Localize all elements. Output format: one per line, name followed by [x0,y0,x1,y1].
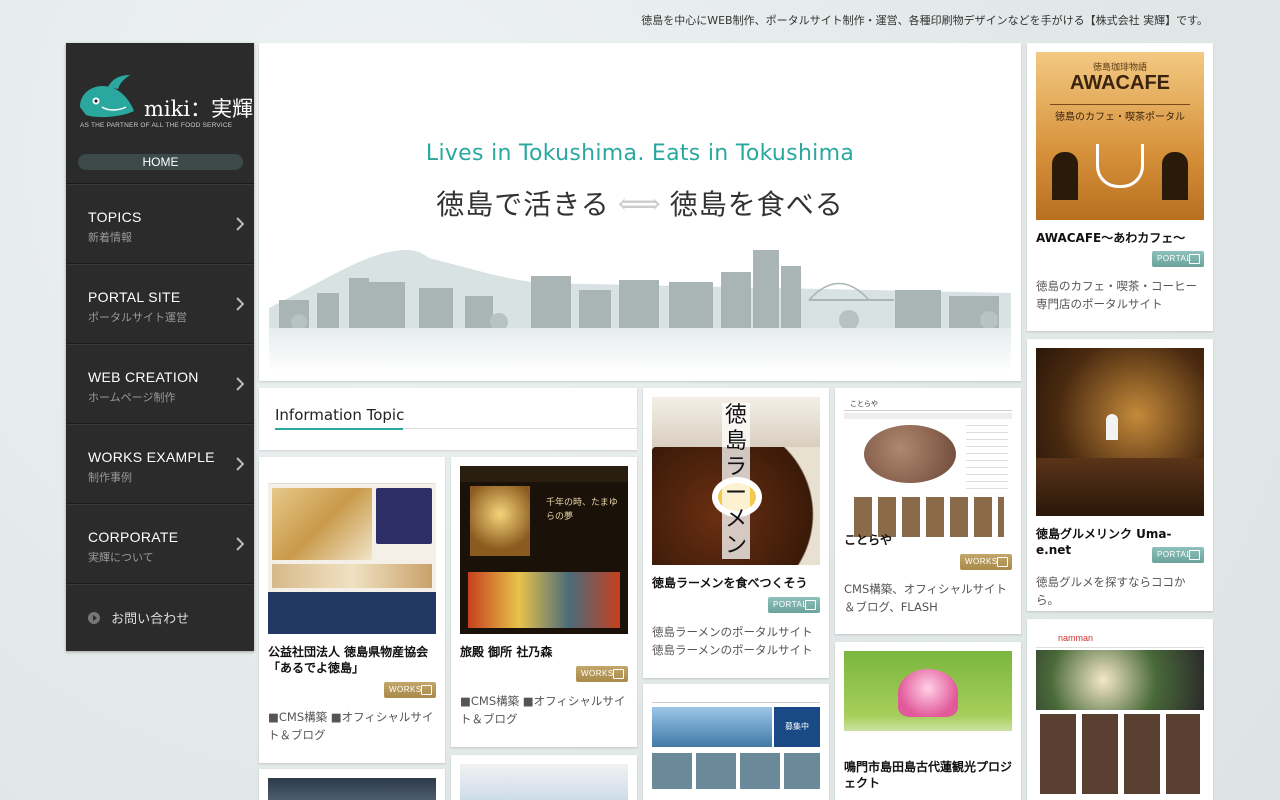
card-thumbnail: 徳島ラーメン [652,397,820,565]
badge-label: WORKS [581,669,614,678]
card-title: 公益社団法人 徳島県物産協会「あるでよ徳島」 [268,645,429,675]
sidebar-item-topics[interactable]: TOPICS 新着情報 [66,184,254,264]
hero-banner: Lives in Tokushima. Eats in Tokushima 徳島… [259,43,1021,381]
badge-label: PORTAL [773,600,808,609]
card-description: ■CMS構築 ■オフィシャルサイト＆ブログ [460,694,626,726]
portal-badge[interactable]: PORTAL [768,597,820,613]
works-badge[interactable]: WORKS [576,666,628,682]
badge-label: PORTAL [1157,550,1192,559]
card-goshoyashiro[interactable]: 千年の時、たまゆらの夢 旅殿 御所 社乃森 WORKS ■CMS構築 ■オフィシ… [451,457,637,747]
card-namman[interactable]: namman [1027,619,1213,800]
chevron-right-icon [236,537,244,551]
card-uma-e-net[interactable]: 徳島グルメリンク Uma-e.net PORTAL 徳島グルメを探すならココから… [1027,339,1213,611]
chevron-right-icon [236,217,244,231]
sidebar-item-title: WORKS EXAMPLE [88,449,215,465]
card-description: CMS構築、オフィシャルサイト＆ブログ、FLASH [844,582,1008,614]
card-naruto-lotus-project[interactable]: 鳴門市島田島古代蓮観光プロジェクト [835,642,1021,800]
card-thumbnail [460,764,628,800]
card-kotoraya[interactable]: ことらや ことらや WORKS CMS構築、オフィシャルサイト＆ブログ、FLAS… [835,388,1021,634]
chevron-right-icon [236,457,244,471]
play-circle-icon [88,611,100,624]
monitor-icon [997,557,1008,567]
card-title: 鳴門市島田島古代蓮観光プロジェクト [844,760,1013,790]
double-arrow-icon: ⟺ [617,187,662,222]
logo-area[interactable]: miki：実輝 AS THE PARTNER OF ALL THE FOOD S… [66,43,254,184]
portal-badge[interactable]: PORTAL [1152,251,1204,267]
thumb-text: 徳島ラーメン [722,403,750,559]
card-bottom-left-1[interactable] [259,769,445,800]
sidebar-item-web-creation[interactable]: WEB CREATION ホームページ制作 [66,344,254,424]
section-title: Information Topic [275,406,405,424]
works-badge[interactable]: WORKS [384,682,436,698]
card-thumbnail [268,466,436,634]
document-icon [1189,254,1200,264]
card-thumbnail [1036,348,1204,516]
card-title: AWACAFE〜あわカフェ〜 [1036,231,1186,245]
card-description: 徳島ラーメンのポータルサイト徳島ラーメンのポータルサイト [652,625,813,657]
card-tokushima-ramen[interactable]: 徳島ラーメン 徳島ラーメンを食べつくそう PORTAL 徳島ラーメンのポータルサ… [643,388,829,678]
sidebar-item-subtitle: 新着情報 [88,231,132,244]
card-description: 徳島グルメを探すならココから。 [1036,575,1186,607]
sidebar-item-subtitle: ホームページ制作 [88,391,176,404]
sidebar-item-subtitle: ポータルサイト運営 [88,311,187,324]
chevron-right-icon [236,377,244,391]
hero-japanese-title: 徳島で活きる ⟺ 徳島を食べる [259,183,1021,223]
thumb-text: 募集中 [774,707,820,747]
card-title: 徳島ラーメンを食べつくそう [652,576,808,590]
card-title: ことらや [844,533,893,547]
sidebar: miki：実輝 AS THE PARTNER OF ALL THE FOOD S… [66,43,254,651]
contact-label: お問い合わせ [111,612,190,627]
card-aruderyo-tokushima[interactable]: 公益社団法人 徳島県物産協会「あるでよ徳島」 WORKS ■CMS構築 ■オフィ… [259,457,445,763]
document-icon [1189,550,1200,560]
sidebar-item-corporate[interactable]: CORPORATE 実輝について [66,504,254,584]
sidebar-item-title: PORTAL SITE [88,289,181,305]
card-thumbnail [268,778,436,800]
card-description: ■CMS構築 ■オフィシャルサイト＆ブログ [268,710,434,742]
chevron-right-icon [236,297,244,311]
sidebar-item-title: TOPICS [88,209,142,225]
thumb-brand-text: namman [1036,628,1204,648]
card-bottom-left-2[interactable] [451,755,637,800]
sidebar-item-title: WEB CREATION [88,369,199,385]
hero-jp-right: 徳島を食べる [669,188,844,221]
logo-subtitle: AS THE PARTNER OF ALL THE FOOD SERVICE [80,122,233,129]
card-naruto-bridge-site[interactable]: 募集中 [643,684,829,800]
card-thumbnail: 募集中 [652,693,820,793]
card-thumbnail: namman [1036,628,1204,800]
works-badge[interactable]: WORKS [960,554,1012,570]
monitor-icon [613,669,624,679]
sidebar-item-works-example[interactable]: WORKS EXAMPLE 制作事例 [66,424,254,504]
sidebar-item-title: CORPORATE [88,529,179,545]
card-thumbnail: 千年の時、たまゆらの夢 [460,466,628,634]
portal-badge[interactable]: PORTAL [1152,547,1204,563]
logo-fish-icon [80,75,134,118]
badge-label: WORKS [389,685,422,694]
badge-label: PORTAL [1157,254,1192,263]
hero-english-title: Lives in Tokushima. Eats in Tokushima [425,141,855,166]
sidebar-item-subtitle: 実輝について [88,551,154,564]
card-title: 旅殿 御所 社乃森 [460,645,553,659]
card-thumbnail: 徳島珈琲物語 AWACAFE 徳島のカフェ・喫茶ポータル [1036,52,1204,220]
thumb-text: ことらや [844,397,1012,411]
thumb-text: 千年の時、たまゆらの夢 [546,498,618,522]
card-description: 徳島のカフェ・喫茶・コーヒー専門店のポータルサイト [1036,279,1197,311]
card-thumbnail [844,651,1012,743]
thumb-brand-text: AWACAFE [1070,72,1170,94]
skyline-sign-text: CITY [697,276,713,283]
document-icon [805,600,816,610]
monitor-icon [421,685,432,695]
home-button[interactable]: HOME [78,154,243,170]
city-skyline-illustration: CITY [269,250,1011,372]
information-topic-header: Information Topic [259,388,637,450]
card-awacafe[interactable]: 徳島珈琲物語 AWACAFE 徳島のカフェ・喫茶ポータル AWACAFE〜あわカ… [1027,43,1213,331]
divider-accent [275,428,403,430]
hero-jp-left: 徳島で活きる [436,188,610,221]
site-tagline: 徳島を中心にWEB制作、ポータルサイト制作・運営、各種印刷物デザインなどを手がけ… [641,14,1208,27]
sidebar-item-subtitle: 制作事例 [88,471,132,484]
logo-text: miki：実輝 [144,97,254,121]
badge-label: WORKS [965,557,998,566]
sidebar-item-portal-site[interactable]: PORTAL SITE ポータルサイト運営 [66,264,254,344]
thumb-sub-text: 徳島のカフェ・喫茶ポータル [1055,112,1185,123]
sidebar-item-contact[interactable]: お問い合わせ [66,584,254,650]
